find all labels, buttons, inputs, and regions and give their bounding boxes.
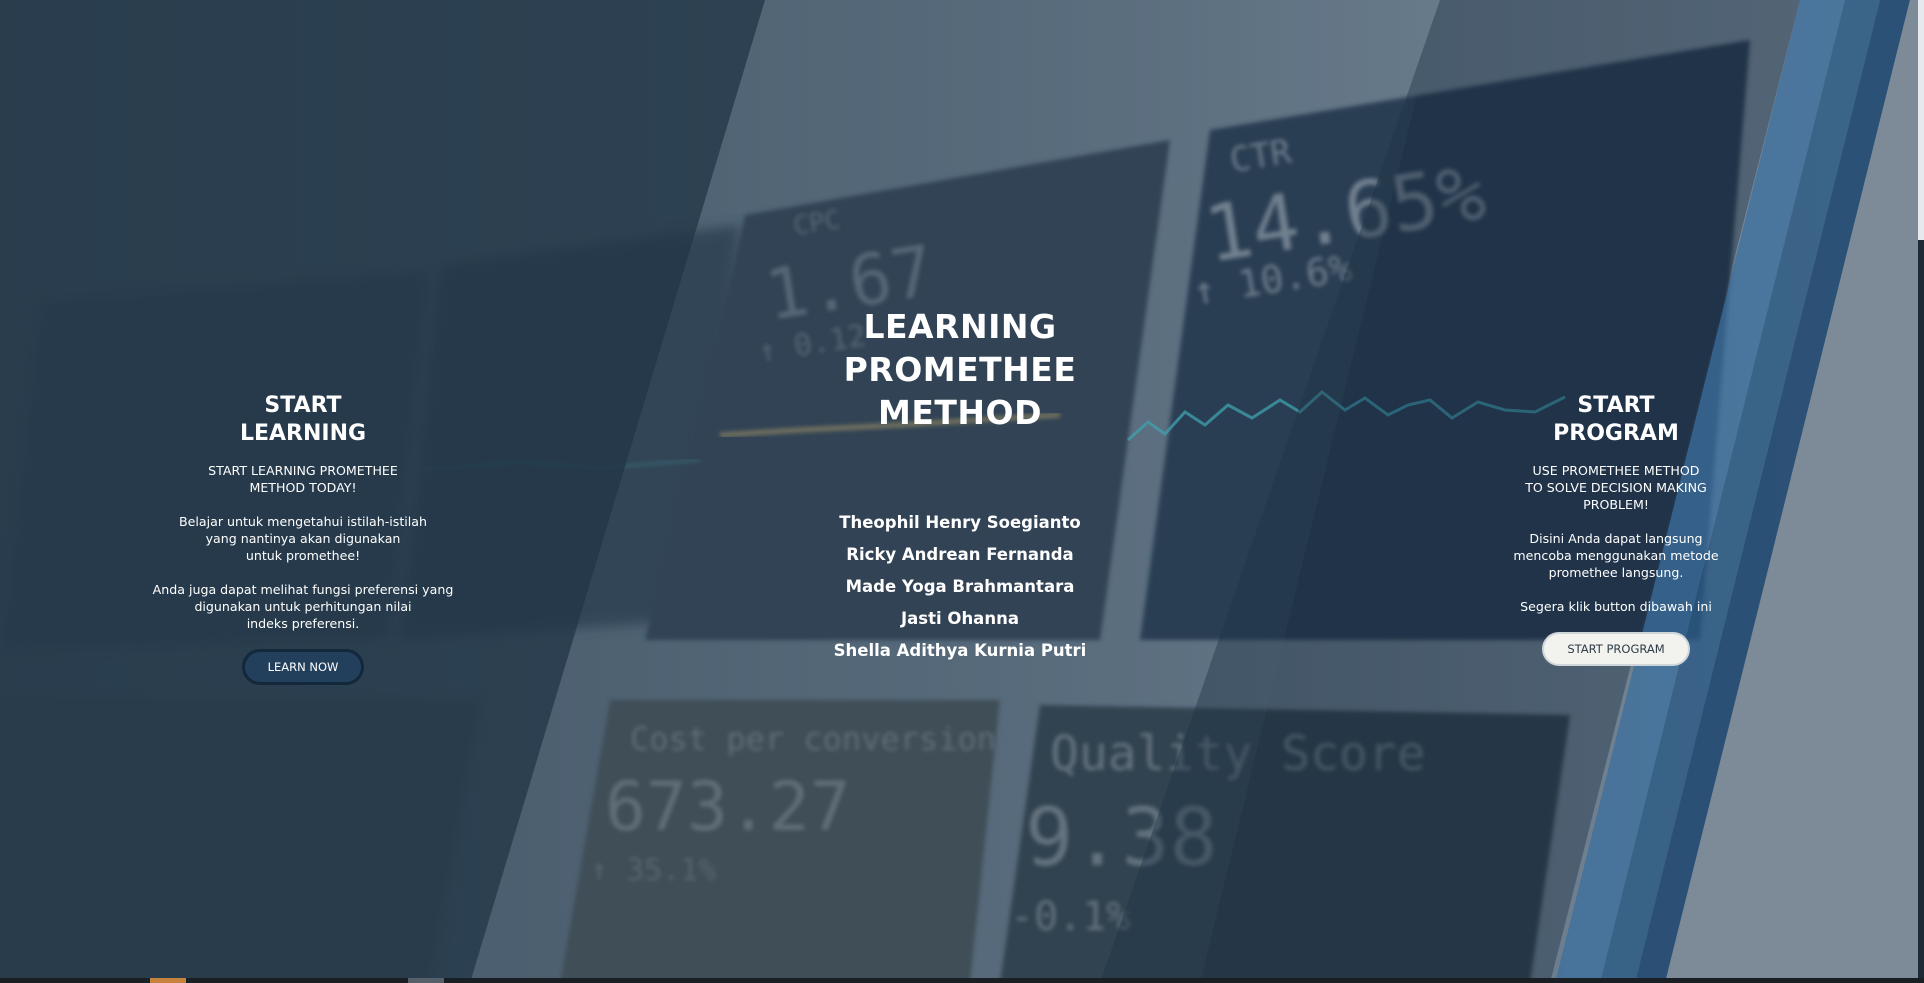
author-name: Jasti Ohanna	[901, 609, 1019, 628]
author-name: Made Yoga Brahmantara	[845, 577, 1075, 596]
right-edge-strip	[1918, 240, 1924, 983]
bottom-indicator-gray	[408, 978, 444, 983]
page-title: LEARNING PROMETHEE METHOD	[843, 307, 1077, 432]
start-learning-text-2: Anda juga dapat melihat fungsi preferens…	[152, 582, 454, 631]
start-learning-title: START LEARNING	[239, 393, 367, 446]
start-program-subtitle: USE PROMETHEE METHOD TO SOLVE DECISION M…	[1525, 463, 1707, 512]
authors-list: Theophil Henry Soegianto Ricky Andrean F…	[820, 507, 1100, 667]
hero-section: CTR 14.65% ↑ 10.6% CPC 1.67 ↑ 0.12 Cost …	[0, 0, 1924, 983]
author-name: Shella Adithya Kurnia Putri	[833, 641, 1087, 660]
start-program-section: START PROGRAM USE PROMETHEE METHOD TO SO…	[1500, 392, 1732, 666]
start-program-text-1: Disini Anda dapat langsung mencoba mengg…	[1513, 531, 1719, 580]
start-program-button[interactable]: START PROGRAM	[1542, 632, 1690, 666]
author-name: Ricky Andrean Fernanda	[846, 545, 1074, 564]
start-program-text-2: Segera klik button dibawah ini	[1520, 599, 1712, 614]
start-learning-subtitle: START LEARNING PROMETHEE METHOD TODAY!	[208, 463, 398, 495]
author-name: Theophil Henry Soegianto	[839, 513, 1081, 532]
bottom-indicator-orange	[150, 978, 186, 983]
start-learning-section: START LEARNING START LEARNING PROMETHEE …	[140, 392, 466, 685]
start-learning-text-1: Belajar untuk mengetahui istilah-istilah…	[179, 514, 427, 563]
main-hero-section: LEARNING PROMETHEE METHOD Theophil Henry…	[820, 305, 1100, 667]
learn-now-button[interactable]: LEARN NOW	[242, 649, 364, 685]
start-program-title: START PROGRAM	[1553, 393, 1679, 446]
bottom-bar	[0, 978, 1924, 983]
